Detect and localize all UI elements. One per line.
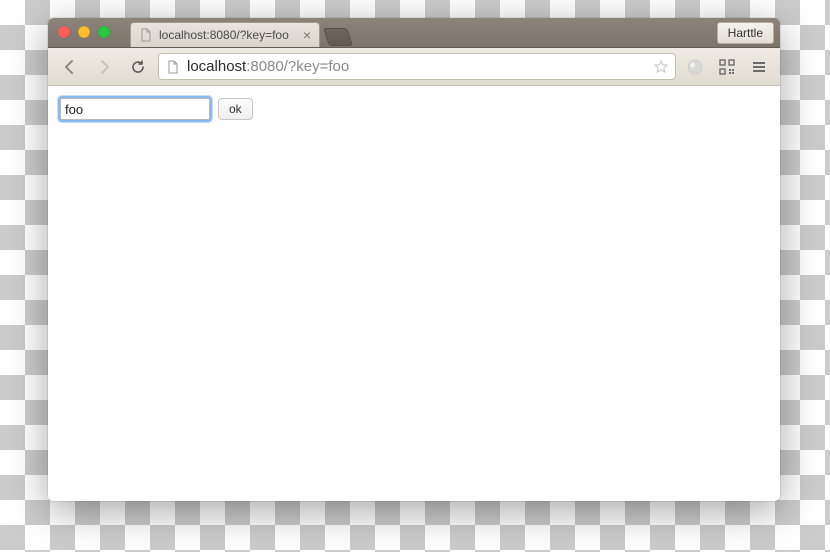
site-icon bbox=[165, 59, 181, 75]
page-content: ok bbox=[48, 86, 780, 501]
traffic-lights bbox=[58, 26, 110, 38]
toolbar: localhost:8080/?key=foo bbox=[48, 48, 780, 86]
browser-window: localhost:8080/?key=foo × Harttle localh… bbox=[48, 18, 780, 501]
menu-icon[interactable] bbox=[746, 54, 772, 80]
window-titlebar: localhost:8080/?key=foo × Harttle bbox=[48, 18, 780, 48]
url-path: :8080/?key=foo bbox=[246, 58, 349, 75]
profile-name: Harttle bbox=[728, 26, 763, 40]
key-input[interactable] bbox=[60, 98, 210, 120]
browser-tab[interactable]: localhost:8080/?key=foo × bbox=[130, 22, 320, 47]
profile-badge[interactable]: Harttle bbox=[717, 22, 774, 44]
back-button[interactable] bbox=[56, 54, 84, 80]
new-tab-button[interactable] bbox=[323, 28, 353, 46]
ok-button[interactable]: ok bbox=[218, 98, 253, 120]
close-tab-icon[interactable]: × bbox=[303, 28, 311, 42]
url-text: localhost:8080/?key=foo bbox=[187, 58, 647, 75]
close-window-button[interactable] bbox=[58, 26, 70, 38]
globe-extension-icon[interactable] bbox=[682, 54, 708, 80]
minimize-window-button[interactable] bbox=[78, 26, 90, 38]
tab-title: localhost:8080/?key=foo bbox=[159, 28, 297, 42]
forward-button[interactable] bbox=[90, 54, 118, 80]
page-icon bbox=[139, 28, 153, 42]
maximize-window-button[interactable] bbox=[98, 26, 110, 38]
bookmark-star-icon[interactable] bbox=[653, 59, 669, 75]
address-bar[interactable]: localhost:8080/?key=foo bbox=[158, 53, 676, 80]
qr-extension-icon[interactable] bbox=[714, 54, 740, 80]
tab-strip: localhost:8080/?key=foo × bbox=[130, 18, 772, 47]
url-host: localhost bbox=[187, 58, 246, 75]
reload-button[interactable] bbox=[124, 54, 152, 80]
